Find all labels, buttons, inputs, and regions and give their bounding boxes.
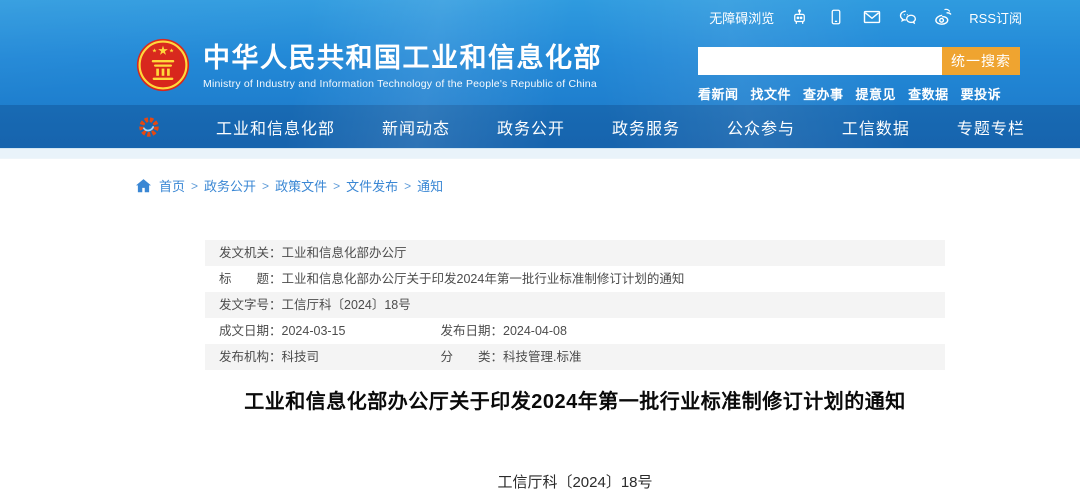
mobile-icon[interactable] bbox=[825, 7, 846, 28]
search-area: 统一搜索 看新闻 找文件 查办事 提意见 查数据 要投诉 bbox=[698, 47, 1020, 103]
meta-row-publisher-category: 发布机构：科技司 分 类：科技管理.标准 bbox=[205, 344, 945, 370]
search-input[interactable] bbox=[698, 47, 942, 75]
quick-link-complaints[interactable]: 要投诉 bbox=[961, 84, 1002, 103]
site-subtitle: Ministry of Industry and Information Tec… bbox=[203, 78, 602, 90]
breadcrumb-home[interactable]: 首页 bbox=[159, 176, 185, 195]
meta-row-dates: 成文日期：2024-03-15 发布日期：2024-04-08 bbox=[205, 318, 945, 344]
national-emblem-logo bbox=[136, 36, 190, 97]
quick-link-suggestions[interactable]: 提意见 bbox=[856, 84, 897, 103]
meta-row-title: 标 题：工业和信息化部办公厅关于印发2024年第一批行业标准制修订计划的通知 bbox=[205, 266, 945, 292]
quick-link-data[interactable]: 查数据 bbox=[908, 84, 949, 103]
mail-icon[interactable] bbox=[861, 7, 882, 28]
header-separator bbox=[0, 148, 1080, 159]
breadcrumb-gov-openness[interactable]: 政务公开 bbox=[204, 176, 256, 195]
site-title: 中华人民共和国工业和信息化部 bbox=[203, 43, 602, 74]
rss-link[interactable]: RSS订阅 bbox=[969, 8, 1022, 27]
document-area: 发文机关：工业和信息化部办公厅 标 题：工业和信息化部办公厅关于印发2024年第… bbox=[205, 240, 945, 492]
utility-bar: 无障碍浏览 bbox=[0, 0, 1080, 34]
accessibility-link[interactable]: 无障碍浏览 bbox=[709, 8, 774, 27]
weibo-icon[interactable] bbox=[933, 7, 954, 28]
masthead: 无障碍浏览 bbox=[0, 0, 1080, 148]
quick-links: 看新闻 找文件 查办事 提意见 查数据 要投诉 bbox=[698, 84, 1020, 103]
nav-item-gov-openness[interactable]: 政务公开 bbox=[497, 115, 565, 139]
quick-link-services[interactable]: 查办事 bbox=[803, 84, 844, 103]
nav-item-miit-data[interactable]: 工信数据 bbox=[842, 115, 910, 139]
quick-link-documents[interactable]: 找文件 bbox=[751, 84, 792, 103]
nav-item-gov-services[interactable]: 政务服务 bbox=[612, 115, 680, 139]
wechat-icon[interactable] bbox=[897, 7, 918, 28]
miit-gear-logo-icon bbox=[138, 116, 160, 138]
page-content: 首页 > 政务公开 > 政策文件 > 文件发布 > 通知 发文机关：工业和信息化… bbox=[0, 159, 1080, 492]
robot-mascot-icon[interactable] bbox=[789, 7, 810, 28]
search-button[interactable]: 统一搜索 bbox=[942, 47, 1020, 75]
site-brand[interactable]: 中华人民共和国工业和信息化部 Ministry of Industry and … bbox=[136, 36, 602, 97]
breadcrumb-policy-documents[interactable]: 政策文件 bbox=[275, 176, 327, 195]
article-document-number: 工信厅科〔2024〕18号 bbox=[205, 471, 945, 492]
home-icon[interactable] bbox=[136, 179, 151, 193]
nav-item-miit-home[interactable]: 工业和信息化部 bbox=[216, 115, 335, 139]
nav-item-special-topics[interactable]: 专题专栏 bbox=[957, 115, 1025, 139]
article-title: 工业和信息化部办公厅关于印发2024年第一批行业标准制修订计划的通知 bbox=[205, 385, 945, 414]
main-nav: 工业和信息化部 新闻动态 政务公开 政务服务 公众参与 工信数据 专题专栏 bbox=[0, 105, 1080, 148]
nav-item-public-participation[interactable]: 公众参与 bbox=[727, 115, 795, 139]
breadcrumb: 首页 > 政务公开 > 政策文件 > 文件发布 > 通知 bbox=[0, 159, 1080, 195]
breadcrumb-notice[interactable]: 通知 bbox=[417, 176, 443, 195]
meta-row-document-number: 发文字号：工信厅科〔2024〕18号 bbox=[205, 292, 945, 318]
breadcrumb-separator: > bbox=[333, 179, 340, 193]
document-meta-table: 发文机关：工业和信息化部办公厅 标 题：工业和信息化部办公厅关于印发2024年第… bbox=[205, 240, 945, 370]
site-header: 中华人民共和国工业和信息化部 Ministry of Industry and … bbox=[0, 34, 1080, 105]
breadcrumb-separator: > bbox=[191, 179, 198, 193]
breadcrumb-document-release[interactable]: 文件发布 bbox=[346, 176, 398, 195]
nav-item-news[interactable]: 新闻动态 bbox=[382, 115, 450, 139]
quick-link-news[interactable]: 看新闻 bbox=[698, 84, 739, 103]
breadcrumb-separator: > bbox=[404, 179, 411, 193]
meta-row-issuing-authority: 发文机关：工业和信息化部办公厅 bbox=[205, 240, 945, 266]
breadcrumb-separator: > bbox=[262, 179, 269, 193]
